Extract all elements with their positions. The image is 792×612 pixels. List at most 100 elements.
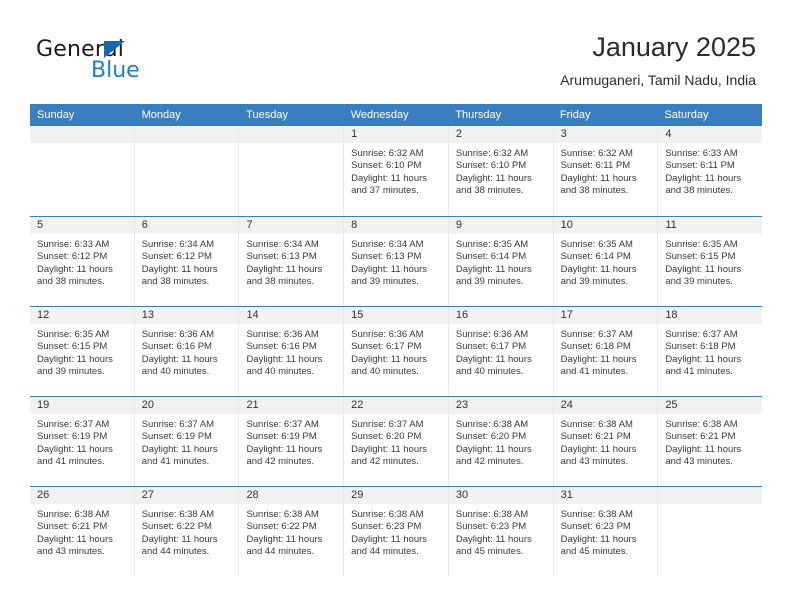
daylight-text-line1: Daylight: 11 hours (560, 172, 637, 184)
general-blue-logo[interactable]: General Blue (36, 38, 236, 84)
day-number: 13 (134, 307, 239, 324)
day-sun-info: Sunrise: 6:34 AM Sunset: 6:13 PM Daylight:… (239, 234, 343, 289)
calendar-day-cell[interactable]: 7 Sunrise: 6:34 AM Sunset: 6:13 PM Daylight… (239, 217, 345, 306)
day-sun-info: Sunrise: 6:34 AM Sunset: 6:13 PM Daylight:… (344, 234, 448, 289)
calendar-day-cell[interactable]: 11 Sunrise: 6:35 AM Sunset: 6:15 PM Dayligh… (658, 217, 763, 306)
calendar-weeks: 1 Sunrise: 6:32 AM Sunset: 6:10 PM Daylight… (30, 126, 763, 576)
daylight-text-line1: Daylight: 11 hours (455, 443, 532, 455)
daylight-text-line2: and 44 minutes. (351, 546, 419, 558)
logo-text-blue: Blue (91, 58, 140, 83)
day-number: 17 (553, 307, 658, 324)
sunrise-text: Sunrise: 6:32 AM (351, 148, 424, 159)
daylight-text-line1: Daylight: 11 hours (351, 263, 428, 275)
calendar-day-cell[interactable]: 14 Sunrise: 6:36 AM Sunset: 6:16 PM Dayligh… (239, 307, 345, 396)
calendar-day-cell[interactable]: 26 Sunrise: 6:38 AM Sunset: 6:21 PM Dayligh… (30, 487, 135, 576)
sunset-text: Sunset: 6:21 PM (665, 431, 736, 443)
calendar-day-cell[interactable]: 5 Sunrise: 6:33 AM Sunset: 6:12 PM Daylight… (30, 217, 135, 306)
calendar-day-cell[interactable]: 2 Sunrise: 6:32 AM Sunset: 6:10 PM Daylight… (448, 126, 554, 216)
daylight-text-line1: Daylight: 11 hours (141, 533, 218, 545)
sunrise-text: Sunrise: 6:33 AM (37, 239, 110, 250)
calendar-day-cell[interactable]: 8 Sunrise: 6:34 AM Sunset: 6:13 PM Daylight… (344, 217, 449, 306)
daylight-text-line1: Daylight: 11 hours (37, 263, 113, 275)
sunrise-text: Sunrise: 6:37 AM (560, 329, 633, 340)
daylight-text-line1: Daylight: 11 hours (37, 353, 113, 365)
weekday-saturday: Saturday (664, 109, 709, 121)
sunrise-text: Sunrise: 6:37 AM (141, 419, 215, 430)
day-number (239, 126, 344, 143)
sunrise-text: Sunrise: 6:38 AM (351, 509, 424, 520)
daylight-text-line1: Daylight: 11 hours (560, 263, 637, 275)
daylight-text-line1: Daylight: 11 hours (665, 263, 742, 275)
calendar-day-cell[interactable]: 24 Sunrise: 6:38 AM Sunset: 6:21 PM Dayligh… (553, 397, 659, 486)
calendar-day-cell[interactable]: 20 Sunrise: 6:37 AM Sunset: 6:19 PM Dayligh… (134, 397, 240, 486)
daylight-text-line2: and 41 minutes. (37, 456, 105, 468)
calendar-day-cell[interactable]: 19 Sunrise: 6:37 AM Sunset: 6:19 PM Dayligh… (30, 397, 135, 486)
day-sun-info: Sunrise: 6:34 AM Sunset: 6:12 PM Daylight:… (135, 234, 239, 289)
calendar-day-cell[interactable]: 31 Sunrise: 6:38 AM Sunset: 6:23 PM Dayligh… (553, 487, 659, 576)
daylight-text-line2: and 40 minutes. (141, 366, 210, 378)
daylight-text-line1: Daylight: 11 hours (141, 443, 218, 455)
day-number (30, 126, 134, 143)
daylight-text-line1: Daylight: 11 hours (455, 263, 532, 275)
calendar-day-cell[interactable]: 10 Sunrise: 6:35 AM Sunset: 6:14 PM Dayligh… (553, 217, 659, 306)
day-number: 27 (134, 487, 239, 504)
calendar-day-cell[interactable]: 9 Sunrise: 6:35 AM Sunset: 6:14 PM Daylight… (448, 217, 554, 306)
day-number: 4 (658, 126, 763, 143)
daylight-text-line2: and 44 minutes. (246, 546, 315, 558)
calendar-day-cell[interactable]: 23 Sunrise: 6:38 AM Sunset: 6:20 PM Dayligh… (448, 397, 554, 486)
calendar-day-cell[interactable]: 30 Sunrise: 6:38 AM Sunset: 6:23 PM Dayligh… (448, 487, 554, 576)
calendar-day-cell[interactable]: 15 Sunrise: 6:36 AM Sunset: 6:17 PM Dayligh… (344, 307, 449, 396)
calendar-day-cell[interactable]: 18 Sunrise: 6:37 AM Sunset: 6:18 PM Dayligh… (658, 307, 763, 396)
calendar-day-cell[interactable]: 1 Sunrise: 6:32 AM Sunset: 6:10 PM Daylight… (344, 126, 449, 216)
calendar-day-cell[interactable]: 12 Sunrise: 6:35 AM Sunset: 6:15 PM Dayligh… (30, 307, 135, 396)
calendar-week-row: 5 Sunrise: 6:33 AM Sunset: 6:12 PM Daylight… (30, 216, 763, 306)
day-number: 15 (344, 307, 448, 324)
day-sun-info: Sunrise: 6:37 AM Sunset: 6:19 PM Daylight:… (30, 414, 134, 469)
sunset-text: Sunset: 6:15 PM (665, 251, 736, 263)
sunset-text: Sunset: 6:10 PM (351, 160, 422, 172)
daylight-text-line1: Daylight: 11 hours (141, 353, 218, 365)
calendar-day-cell[interactable]: 27 Sunrise: 6:38 AM Sunset: 6:22 PM Dayligh… (134, 487, 240, 576)
daylight-text-line2: and 42 minutes. (351, 456, 419, 468)
day-number: 5 (30, 217, 134, 234)
day-sun-info: Sunrise: 6:35 AM Sunset: 6:14 PM Daylight:… (449, 234, 553, 289)
calendar-day-cell[interactable]: 13 Sunrise: 6:36 AM Sunset: 6:16 PM Dayligh… (134, 307, 240, 396)
day-sun-info: Sunrise: 6:36 AM Sunset: 6:16 PM Daylight:… (239, 324, 343, 379)
calendar-week-row: 19 Sunrise: 6:37 AM Sunset: 6:19 PM Dayligh… (30, 396, 763, 486)
day-number: 19 (30, 397, 134, 414)
sunset-text: Sunset: 6:23 PM (351, 521, 422, 533)
daylight-text-line2: and 39 minutes. (37, 366, 105, 378)
calendar-day-cell[interactable]: 16 Sunrise: 6:36 AM Sunset: 6:17 PM Dayligh… (448, 307, 554, 396)
sunrise-text: Sunrise: 6:34 AM (351, 239, 424, 250)
day-number: 14 (239, 307, 344, 324)
calendar-day-cell[interactable]: 17 Sunrise: 6:37 AM Sunset: 6:18 PM Dayligh… (553, 307, 659, 396)
sunrise-text: Sunrise: 6:35 AM (37, 329, 110, 340)
calendar-day-cell[interactable]: 6 Sunrise: 6:34 AM Sunset: 6:12 PM Daylight… (134, 217, 240, 306)
daylight-text-line1: Daylight: 11 hours (246, 533, 323, 545)
sunset-text: Sunset: 6:21 PM (37, 521, 108, 533)
calendar-day-cell[interactable]: 28 Sunrise: 6:38 AM Sunset: 6:22 PM Dayligh… (239, 487, 345, 576)
calendar-day-cell[interactable]: 3 Sunrise: 6:32 AM Sunset: 6:11 PM Daylight… (553, 126, 659, 216)
sunrise-text: Sunrise: 6:37 AM (246, 419, 319, 430)
day-number: 6 (134, 217, 239, 234)
sunset-text: Sunset: 6:23 PM (560, 521, 631, 533)
daylight-text-line2: and 43 minutes. (37, 546, 105, 558)
daylight-text-line2: and 40 minutes. (455, 366, 524, 378)
day-number: 18 (658, 307, 763, 324)
weekday-header-row: Sunday Monday Tuesday Wednesday Thursday… (30, 104, 762, 126)
calendar-day-cell[interactable]: 29 Sunrise: 6:38 AM Sunset: 6:23 PM Dayligh… (344, 487, 449, 576)
day-number: 1 (344, 126, 448, 143)
calendar-day-cell[interactable]: 4 Sunrise: 6:33 AM Sunset: 6:11 PM Daylight… (658, 126, 763, 216)
calendar-page: General Blue January 2025 Arumuganeri, T… (0, 0, 792, 612)
calendar-day-cell[interactable]: 25 Sunrise: 6:38 AM Sunset: 6:21 PM Dayligh… (658, 397, 763, 486)
daylight-text-line2: and 38 minutes. (665, 185, 733, 197)
day-sun-info: Sunrise: 6:32 AM Sunset: 6:10 PM Daylight:… (449, 143, 553, 198)
calendar-day-cell[interactable]: 22 Sunrise: 6:37 AM Sunset: 6:20 PM Dayligh… (344, 397, 449, 486)
daylight-text-line1: Daylight: 11 hours (37, 533, 113, 545)
sunset-text: Sunset: 6:15 PM (37, 341, 108, 353)
calendar-day-cell[interactable]: 21 Sunrise: 6:37 AM Sunset: 6:19 PM Dayligh… (239, 397, 345, 486)
weekday-thursday: Thursday (455, 109, 502, 121)
day-number: 12 (30, 307, 134, 324)
daylight-text-line2: and 40 minutes. (351, 366, 419, 378)
day-sun-info: Sunrise: 6:38 AM Sunset: 6:23 PM Daylight:… (554, 504, 658, 559)
